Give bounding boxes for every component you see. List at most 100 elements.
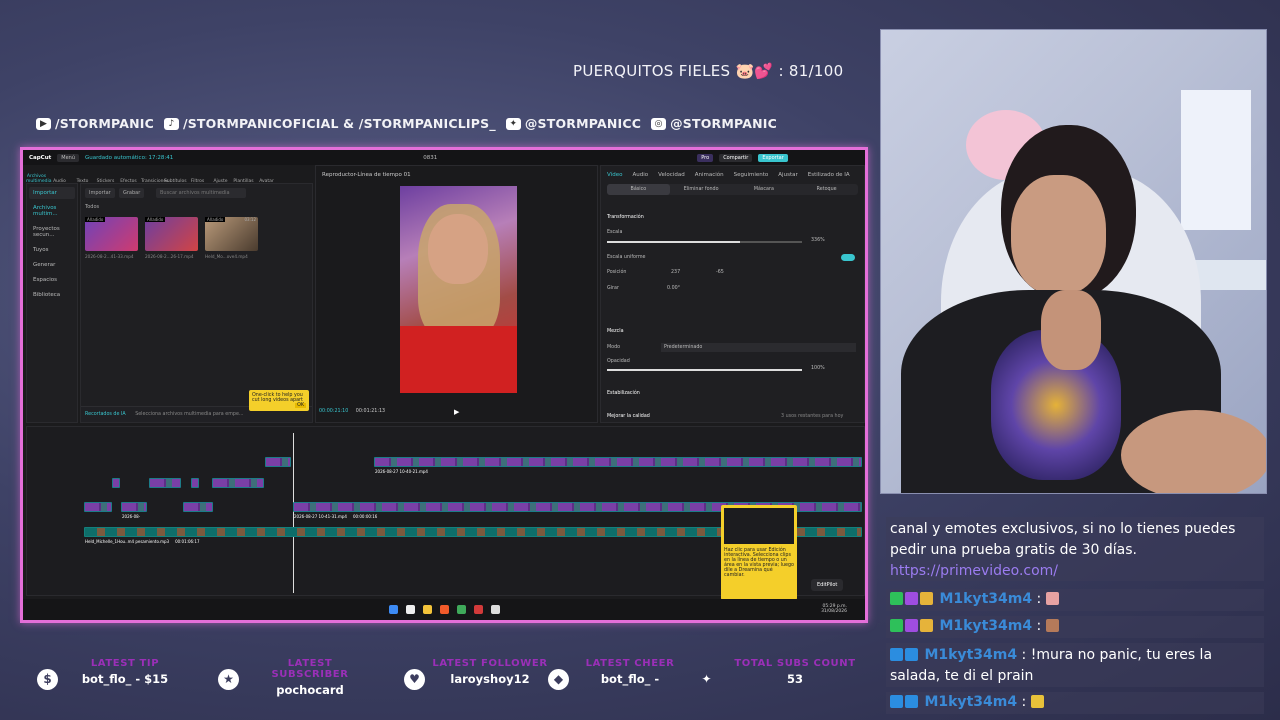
timeline-clip[interactable] [212, 478, 264, 488]
stabilize-label[interactable]: Estabilización [607, 391, 640, 396]
nav-yours[interactable]: Tuyos [29, 244, 75, 256]
timeline-clip[interactable] [149, 478, 181, 488]
youtube-icon: ▶ [36, 117, 51, 130]
export-button[interactable]: Exportar [758, 153, 788, 162]
interactive-edit-tooltip: Haz clic para usar Edición interactiva. … [721, 505, 797, 600]
chat-message: canal y emotes exclusivos, si no lo tien… [886, 517, 1264, 581]
latest-subscriber-label: LATEST SUBSCRIBER [271, 658, 349, 680]
chat-message: M1kyt34m4 : !mura no panic, tu eres la s… [886, 643, 1264, 687]
nav-media[interactable]: Archivos multim... [29, 202, 75, 220]
player-timecode: 00:00:21:10 00:01:21:13 [319, 409, 385, 414]
system-clock: 05:29 p.m. 31/08/2026 [821, 604, 847, 614]
emote-icon [1045, 619, 1059, 632]
nav-import[interactable]: Importar [29, 187, 75, 199]
capcut-taskbar-icon[interactable] [490, 605, 500, 614]
media-search-input[interactable]: Buscar archivos multimedia [156, 188, 246, 198]
position-x-field[interactable]: 237 [671, 270, 680, 275]
windows-start-icon[interactable] [388, 605, 398, 614]
tab-audio[interactable]: Audio [633, 172, 649, 178]
scale-value[interactable]: 336% [811, 238, 825, 243]
tooltip-ok-button[interactable]: OK [295, 403, 306, 408]
chat-message: M1kyt34m4 : [886, 692, 1264, 714]
chat-username[interactable]: M1kyt34m4 [939, 591, 1032, 607]
chrome-icon[interactable] [456, 605, 466, 614]
blend-mode-select[interactable]: Predeterminado [661, 343, 856, 352]
menu-button[interactable]: Menú [57, 153, 80, 162]
tab-speed[interactable]: Velocidad [658, 172, 685, 178]
tiktok-icon: ♪ [163, 117, 179, 130]
brave-icon[interactable] [439, 605, 449, 614]
opacity-slider[interactable] [607, 369, 802, 371]
pro-button[interactable]: Pro [697, 153, 714, 162]
cut-tooltip-text: One-click to help you cut long videos ap… [252, 393, 303, 403]
blend-mode-label: Modo [607, 345, 621, 350]
share-button[interactable]: Compartir [719, 153, 753, 162]
tab-animation[interactable]: Animación [695, 172, 724, 178]
chat-link[interactable]: https://primevideo.com/ [890, 563, 1058, 579]
timeline-clip[interactable] [191, 478, 199, 488]
nav-library[interactable]: Biblioteca [29, 289, 75, 301]
social-links: ▶ /STORMPANIC ♪ /STORMPANICOFICIAL & /ST… [30, 116, 777, 131]
timeline-clip[interactable] [265, 457, 291, 467]
improve-quality-label[interactable]: Mejorar la calidad [607, 414, 650, 419]
nav-spaces[interactable]: Espacios [29, 274, 75, 286]
chat-username[interactable]: M1kyt34m4 [924, 694, 1017, 710]
chat-username[interactable]: M1kyt34m4 [939, 618, 1032, 634]
latest-follower-label: LATEST FOLLOWER [432, 658, 548, 669]
subtab-retouch[interactable]: Retoque [795, 184, 858, 195]
media-filename: Held_Mo...ove4.mp4 [205, 254, 248, 259]
uniform-scale-toggle[interactable] [841, 254, 855, 261]
position-y-field[interactable]: -65 [716, 270, 724, 275]
play-icon[interactable]: ▶ [454, 408, 459, 416]
tab-ai-style[interactable]: Estilizado de IA [808, 172, 850, 178]
badge-icon [890, 695, 903, 708]
chat-panel: canal y emotes exclusivos, si no lo tien… [886, 495, 1264, 720]
video-preview[interactable] [400, 186, 517, 393]
video-subject-dress [400, 326, 517, 393]
rotate-field[interactable]: 0.00° [667, 286, 680, 291]
media-thumbnail[interactable]: Añadido [145, 217, 198, 251]
media-thumbnail[interactable]: Añadido [85, 217, 138, 251]
filter-all[interactable]: Todos [85, 204, 99, 210]
timeline-clip[interactable]: 2026-08-2... [121, 502, 147, 538]
latest-tip-value: bot_flo_ - $15 [81, 672, 169, 686]
opacity-value[interactable]: 100% [811, 366, 825, 371]
tab-video[interactable]: Vídeo [607, 172, 623, 178]
media-thumbnail[interactable]: Añadido 03:12 [205, 217, 258, 251]
tab-tracking[interactable]: Seguimiento [734, 172, 769, 178]
interactive-edit-text: Haz clic para usar Edición interactiva. … [724, 548, 794, 578]
latest-cheer: LATEST CHEER bot_flo_ - [580, 658, 680, 686]
timeline-clip[interactable] [183, 502, 213, 512]
timeline-clip[interactable] [112, 478, 120, 488]
properties-panel: Vídeo Audio Velocidad Animación Seguimie… [600, 165, 865, 423]
clip-label: Held_Michelle_1Hou..m4 pesamiento.mp3 [85, 539, 170, 544]
subs-count-icon: ✦ [701, 672, 712, 686]
app-icon[interactable] [473, 605, 483, 614]
subtab-remove-bg[interactable]: Eliminar fondo [670, 184, 733, 195]
chat-username[interactable]: M1kyt34m4 [924, 647, 1017, 663]
app-name: CapCut [29, 154, 52, 161]
timeline-clip[interactable]: 2026-08-27 10-40-21.mp4 [374, 457, 862, 474]
search-icon[interactable] [405, 605, 415, 614]
timeline-playhead[interactable] [293, 433, 294, 593]
scale-slider[interactable] [607, 241, 802, 243]
folder-icon[interactable] [422, 605, 432, 614]
tab-adjust[interactable]: Ajustar [778, 172, 797, 178]
subtab-basic[interactable]: Básico [607, 184, 670, 195]
timeline-clip[interactable] [84, 502, 112, 512]
tooltip-preview [724, 508, 794, 544]
property-tabs: Vídeo Audio Velocidad Animación Seguimie… [601, 166, 864, 184]
nav-generate[interactable]: Generar [29, 259, 75, 271]
capcut-titlebar: CapCut Menú Guardado automático: 17:28:4… [23, 150, 865, 165]
media-left-nav: Importar Archivos multim... Proyectos se… [26, 183, 78, 423]
nav-subprojects[interactable]: Proyectos secun... [29, 223, 75, 241]
import-button[interactable]: Importar [85, 188, 115, 198]
latest-follower: LATEST FOLLOWER laroyshoy12 [430, 658, 550, 686]
added-tag: Añadido [145, 217, 166, 222]
editpilot-button[interactable]: EditPilot [811, 579, 844, 591]
chat-message: M1kyt34m4 : [886, 589, 1264, 611]
streamer-hand [1041, 290, 1101, 370]
added-tag: Añadido [85, 217, 106, 222]
subtab-mask[interactable]: Máscara [733, 184, 796, 195]
record-button[interactable]: Grabar [119, 188, 145, 198]
